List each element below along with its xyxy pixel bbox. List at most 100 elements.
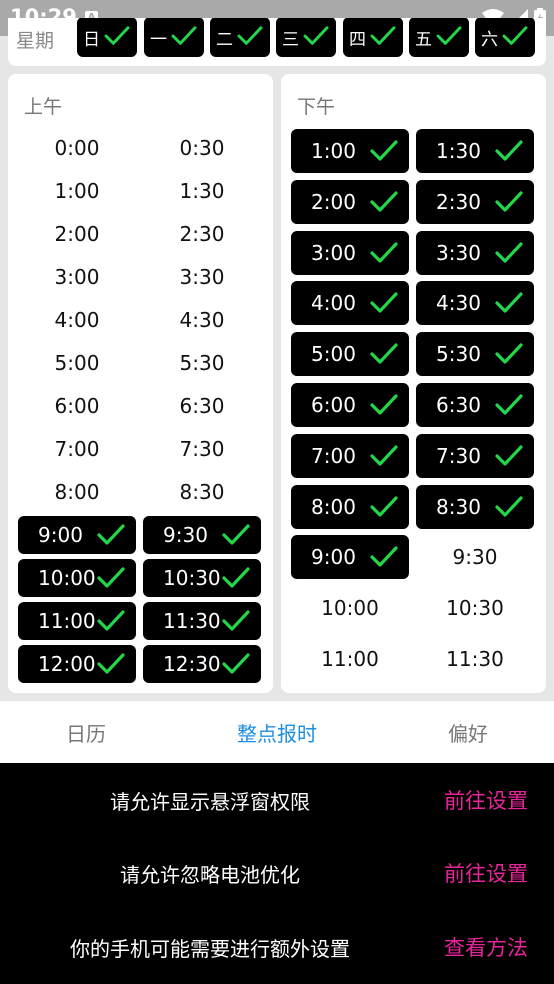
time-slot[interactable]: 12:00 [18,645,136,683]
time-slot-label: 0:30 [179,136,225,160]
time-slot[interactable]: 8:00 [18,473,136,511]
permission-message: 请允许显示悬浮窗权限 [110,789,310,814]
time-slot[interactable]: 8:00 [291,484,409,529]
time-slot[interactable]: 3:00 [291,230,409,275]
weekday-chip[interactable]: 六 [475,18,535,57]
time-slot[interactable]: 3:00 [18,258,136,296]
time-slot[interactable]: 9:00 [18,516,136,554]
time-slot[interactable]: 7:00 [291,433,409,478]
weekday-chip[interactable]: 二 [210,18,270,57]
time-slot[interactable]: 2:00 [18,215,136,253]
time-slot-label: 2:00 [54,222,100,246]
time-slot[interactable]: 4:30 [416,281,534,326]
go-settings-button[interactable]: 前往设置 [444,780,528,820]
checkmark-icon [370,241,398,263]
checkmark-icon [370,394,398,415]
weekday-chip[interactable]: 三 [276,18,336,57]
permission-message: 请允许忽略电池优化 [120,862,300,887]
view-method-button[interactable]: 查看方法 [444,927,528,967]
time-slot[interactable]: 5:00 [18,344,136,382]
time-slot-label: 3:30 [179,265,225,289]
time-slot[interactable]: 7:00 [18,430,136,468]
time-slot[interactable]: 11:00 [18,602,136,640]
time-slot[interactable]: 4:30 [143,301,261,339]
time-slot[interactable]: 10:30 [143,559,261,597]
go-settings-button[interactable]: 前往设置 [444,853,528,893]
tab-calendar-label: 日历 [66,721,106,746]
checkmark-icon [495,191,523,212]
am-card-title: 上午 [24,96,63,118]
time-slot-label: 8:30 [179,480,225,504]
weekday-chip[interactable]: 四 [343,18,403,57]
checkmark-icon [104,26,130,45]
time-slot[interactable]: 5:00 [291,332,409,377]
time-slot[interactable]: 3:30 [416,230,534,275]
time-slot[interactable]: 6:30 [416,383,534,427]
checkmark-icon [370,546,398,567]
tab-hourly-chime[interactable]: 整点报时 [172,701,382,763]
weekday-chip[interactable]: 一 [144,18,204,57]
permission-panel: 请允许显示悬浮窗权限 前往设置 请允许忽略电池优化 前往设置 你的手机可能需要进… [0,763,554,984]
time-slot[interactable]: 1:30 [143,172,261,210]
checkmark-icon [303,26,329,45]
weekday-chip-label: 日 [83,30,100,50]
tab-preferences[interactable]: 偏好 [382,701,554,763]
checkmark-icon [370,140,398,161]
time-slot[interactable]: 8:30 [143,473,261,511]
checkmark-icon [495,140,523,161]
time-slot[interactable]: 11:30 [143,602,261,640]
time-slot[interactable]: 5:30 [416,332,534,377]
time-slot-label: 11:30 [446,647,504,671]
time-slot[interactable]: 1:00 [291,129,409,173]
checkmark-icon [502,26,528,45]
time-slot-label: 6:00 [54,394,100,418]
time-slot[interactable]: 0:00 [18,129,136,167]
checkmark-icon [237,26,263,45]
time-slot[interactable]: 4:00 [18,301,136,339]
time-slot[interactable]: 7:30 [143,430,261,468]
time-slot[interactable]: 3:30 [143,258,261,296]
checkmark-icon [436,26,462,45]
time-slot-label: 0:00 [54,136,100,160]
time-slot[interactable]: 10:30 [416,586,534,630]
time-slot[interactable]: 9:30 [143,516,261,554]
weekday-chip[interactable]: 日 [77,18,137,57]
time-slot-label: 4:30 [179,308,225,332]
time-slot-label: 7:00 [54,437,100,461]
time-slot[interactable]: 2:30 [143,215,261,253]
checkmark-icon [222,610,250,631]
time-slot[interactable]: 1:30 [416,129,534,173]
time-slot[interactable]: 11:30 [416,637,534,681]
weekday-chip[interactable]: 五 [409,18,469,57]
time-slot[interactable]: 6:30 [143,387,261,425]
time-slot[interactable]: 10:00 [291,586,409,630]
time-slot[interactable]: 12:30 [143,645,261,683]
time-slot[interactable]: 9:00 [291,535,409,580]
checkmark-icon [171,26,197,45]
permission-row-extra: 你的手机可能需要进行额外设置 查看方法 [0,927,554,967]
tab-preferences-label: 偏好 [448,721,488,746]
time-slot[interactable]: 10:00 [18,559,136,597]
time-slot[interactable]: 4:00 [291,281,409,326]
time-slot-label: 9:30 [452,545,498,570]
time-slot[interactable]: 11:00 [291,637,409,681]
time-slot[interactable]: 6:00 [18,387,136,425]
weekday-chip-label: 四 [349,30,366,50]
time-slot-label: 7:30 [179,437,225,461]
time-slot[interactable]: 0:30 [143,129,261,167]
time-slot-label: 1:00 [54,179,100,203]
checkmark-icon [495,343,523,364]
time-slot[interactable]: 8:30 [416,484,534,529]
time-slot[interactable]: 5:30 [143,344,261,382]
tab-calendar[interactable]: 日历 [0,701,172,763]
time-slot[interactable]: 7:30 [416,433,534,478]
checkmark-icon [495,292,523,313]
time-slot[interactable]: 6:00 [291,383,409,427]
time-slot-label: 11:00 [321,647,379,671]
tab-hourly-chime-label: 整点报时 [237,721,317,746]
am-card: 上午 0:00 0:30 1:00 1:30 2:00 2:30 3:00 3:30 4:00 4… [8,74,273,693]
time-slot[interactable]: 1:00 [18,172,136,210]
time-slot[interactable]: 9:30 [416,535,534,579]
time-slot[interactable]: 2:30 [416,179,534,224]
time-slot[interactable]: 2:00 [291,179,409,224]
